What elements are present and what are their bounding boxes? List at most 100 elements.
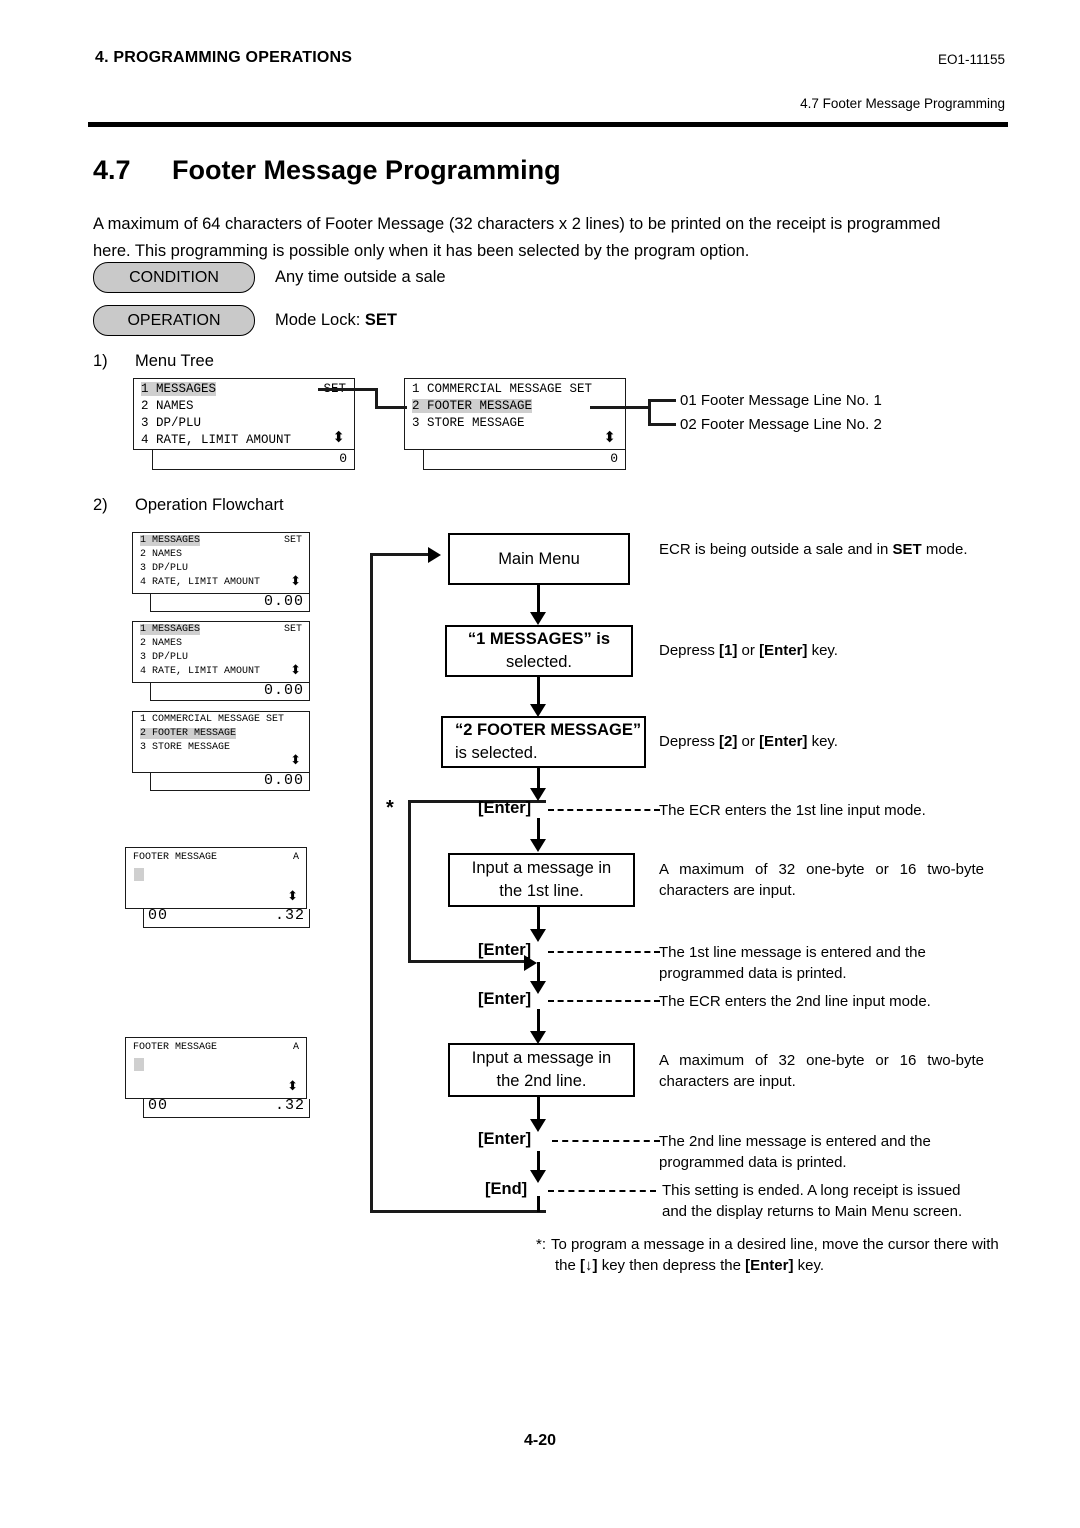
footnote-line-2: the [↓] key then depress the [Enter] key…: [536, 1255, 1006, 1276]
operation-value-mode: SET: [364, 311, 397, 329]
footnote: *: To program a message in a desired lin…: [536, 1234, 1006, 1276]
menu-tree-panel-2-status-bar: 0: [423, 450, 626, 470]
menu-tree-section-number: 1): [93, 352, 108, 370]
flow-note-messages-key2: [Enter]: [759, 642, 808, 659]
menu-tree-panel-1-row-2: 3 DP/PLU: [141, 416, 202, 430]
lcd-panel-2-mode-tag: SET: [283, 624, 302, 635]
lcd-panel-2-row-1: 2 NAMES: [140, 638, 183, 649]
lcd-panel-1-status-bar: 0.00: [150, 593, 310, 612]
menu-tree-section-label: Menu Tree: [135, 352, 214, 370]
lcd-panel-3-status-value: 0.00: [263, 772, 304, 789]
lcd-panel-2-row-2: 3 DP/PLU: [140, 652, 189, 663]
page-title-number: 4.7: [93, 155, 131, 185]
flow-note-footer-pre: Depress: [659, 733, 720, 750]
lcd-panel-3: 1 COMMERCIAL MESSAGE SET 2 FOOTER MESSAG…: [132, 711, 310, 773]
flow-note-footer-post: key.: [807, 733, 838, 750]
header-document-code: EO1-11155: [937, 52, 1005, 67]
lcd-panel-4-mode-indicator: A: [292, 852, 299, 863]
flow-note-1: The ECR enters the 1st line input mode.: [659, 802, 926, 819]
up-down-arrow-icon: ⬍: [287, 1079, 298, 1094]
menu-tree-panel-1-row-3: 4 RATE, LIMIT AMOUNT: [141, 433, 292, 447]
flow-key-enter-4: [Enter]: [478, 1130, 532, 1148]
operation-value-prefix: Mode Lock:: [275, 311, 365, 329]
flowchart-star-marker: *: [386, 797, 394, 819]
flow-note-messages: Depress [1] or [Enter] key.: [659, 640, 1004, 661]
flow-arrow-head-9: [530, 1170, 546, 1183]
menu-tree-connector-h1: [318, 388, 378, 391]
lcd-panel-2-row-3: 4 RATE, LIMIT AMOUNT: [140, 666, 261, 677]
flow-box-messages-line-2: selected.: [505, 653, 573, 671]
flow-leader-dash-4: [552, 1140, 660, 1142]
lcd-panel-2-status-bar: 0.00: [150, 682, 310, 701]
flow-box-input-line-1: Input a message in the 1st line.: [448, 853, 635, 907]
lcd-panel-4-status-right: .32: [274, 907, 305, 924]
lcd-panel-5-status-left: 00: [148, 1097, 169, 1114]
lcd-panel-1-row-0-label: 1 MESSAGES: [140, 535, 201, 546]
flow-note-3-line-1: The 1st line message is entered and the: [659, 944, 926, 961]
menu-tree-panel-1-row-1: 2 NAMES: [141, 399, 194, 413]
flow-key-enter-2: [Enter]: [478, 941, 532, 959]
operation-badge: OPERATION: [93, 305, 255, 336]
flow-arrow-head-6: [530, 981, 546, 994]
flow-note-main-menu-mode: SET: [892, 541, 922, 558]
flow-box-main-menu-label: Main Menu: [498, 549, 580, 568]
flow-loop-bottom: [370, 1210, 546, 1213]
flow-note-main-menu-pre: ECR is being outside a sale and in: [659, 541, 893, 558]
flow-note-3-line-2: programmed data is printed.: [659, 965, 847, 982]
intro-paragraph: A maximum of 64 characters of Footer Mes…: [93, 215, 941, 260]
flow-box-input-line-2: Input a message in the 2nd line.: [448, 1043, 635, 1097]
menu-tree-leaf-2: 02 Footer Message Line No. 2: [680, 416, 882, 433]
lcd-panel-2-row-0: 1 MESSAGES: [140, 624, 302, 635]
menu-tree-panel-1-status-value: 0: [339, 451, 347, 466]
lcd-panel-3-row-1: 2 FOOTER MESSAGE: [140, 728, 302, 739]
flow-star-bottom: [408, 960, 526, 963]
flow-leader-dash-5: [548, 1190, 656, 1192]
flow-note-main-menu-post: mode.: [921, 541, 968, 558]
flow-note-footer: Depress [2] or [Enter] key.: [659, 731, 1004, 752]
lcd-panel-5-status-right: .32: [274, 1097, 305, 1114]
footnote-line-1: *: To program a message in a desired lin…: [536, 1234, 1006, 1255]
menu-tree-panel-1-status-bar: 0: [152, 450, 355, 470]
lcd-panel-5-status-bar: 00 .32: [143, 1097, 310, 1118]
lcd-panel-1-row-3: 4 RATE, LIMIT AMOUNT: [140, 577, 261, 588]
lcd-panel-4-status-left: 00: [148, 907, 169, 924]
lcd-panel-2: 1 MESSAGES 2 NAMES 3 DP/PLU 4 RATE, LIMI…: [132, 621, 310, 683]
flow-leader-dash-1: [548, 809, 660, 811]
flow-note-6-line-1: The 2nd line message is entered and the: [659, 1133, 931, 1150]
condition-badge: CONDITION: [93, 262, 255, 293]
flow-leader-dash-3: [548, 1000, 660, 1002]
lcd-panel-3-status-bar: 0.00: [150, 772, 310, 791]
flow-note-messages-key1: [1]: [719, 642, 738, 659]
lcd-panel-5-mode-indicator: A: [292, 1042, 299, 1053]
menu-tree-panel-1-row-0: 1 MESSAGES: [141, 382, 347, 396]
flow-note-main-menu: ECR is being outside a sale and in SET m…: [659, 539, 1004, 560]
lcd-panel-4-cursor: [134, 868, 144, 881]
flow-arrow-head-5: [530, 929, 546, 942]
flow-loop-top: [370, 553, 430, 556]
flow-key-enter-1: [Enter]: [478, 799, 532, 817]
menu-tree-leaf-tick-1: [648, 399, 676, 402]
menu-tree-panel-2-row-1-label: 2 FOOTER MESSAGE: [412, 399, 533, 413]
flow-box-messages-quote: “1 MESSAGES” is: [467, 630, 611, 648]
flow-note-7-line-1: This setting is ended. A long receipt is…: [662, 1182, 961, 1199]
footnote-marker: *:: [536, 1236, 547, 1253]
up-down-arrow-icon: ⬍: [290, 663, 301, 678]
flow-note-3: The 1st line message is entered and the …: [659, 942, 1004, 984]
flow-box-footer-quote: “2 FOOTER MESSAGE”: [455, 721, 642, 739]
flowchart-section-number: 2): [93, 496, 108, 514]
footnote-text-2-mid: key then depress the: [597, 1257, 746, 1274]
up-down-arrow-icon: ⬍: [290, 753, 301, 768]
footnote-text-2-pre: the: [555, 1257, 581, 1274]
header-chapter-title: 4. PROGRAMMING OPERATIONS: [95, 49, 353, 66]
lcd-panel-4: FOOTER MESSAGE A ⬍: [125, 847, 307, 909]
flow-note-messages-mid: or: [737, 642, 760, 659]
page-number: 4-20: [523, 1432, 557, 1449]
flow-note-messages-pre: Depress: [659, 642, 720, 659]
lcd-panel-5: FOOTER MESSAGE A ⬍: [125, 1037, 307, 1099]
lcd-panel-1-mode-tag: SET: [283, 535, 302, 546]
header-divider: [88, 122, 1008, 127]
lcd-panel-1: 1 MESSAGES 2 NAMES 3 DP/PLU 4 RATE, LIMI…: [132, 532, 310, 594]
header-section-reference: 4.7 Footer Message Programming: [800, 96, 1005, 111]
lcd-panel-1-status-value: 0.00: [263, 593, 304, 610]
footnote-key-enter: [Enter]: [745, 1257, 794, 1274]
